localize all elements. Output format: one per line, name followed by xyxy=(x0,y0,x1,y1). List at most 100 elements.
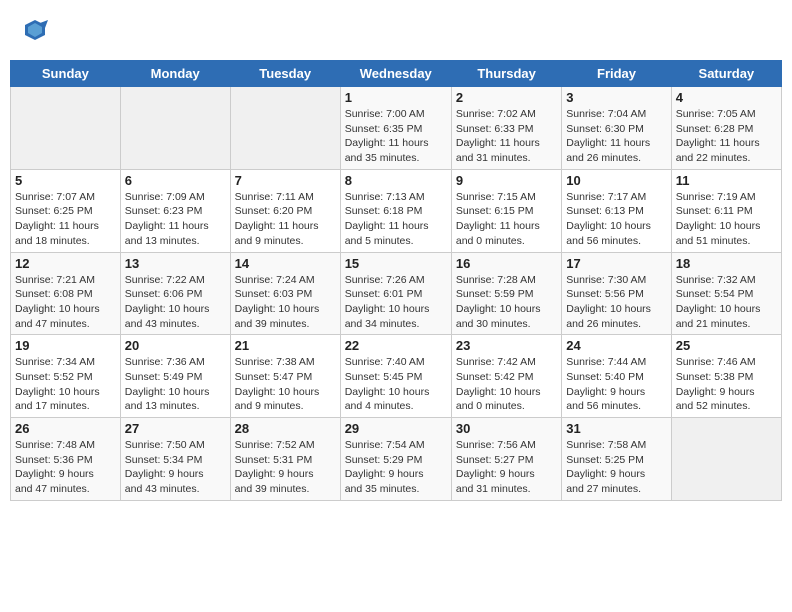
calendar-cell xyxy=(671,418,781,501)
day-info: Sunrise: 7:58 AM Sunset: 5:25 PM Dayligh… xyxy=(566,438,666,497)
logo-icon xyxy=(20,15,50,45)
day-info: Sunrise: 7:24 AM Sunset: 6:03 PM Dayligh… xyxy=(235,273,336,332)
calendar-cell: 8 Sunrise: 7:13 AM Sunset: 6:18 PM Daylig… xyxy=(340,169,451,252)
calendar-cell xyxy=(120,87,230,170)
day-number: 3 xyxy=(566,90,666,105)
calendar-cell: 5 Sunrise: 7:07 AM Sunset: 6:25 PM Daylig… xyxy=(11,169,121,252)
day-info: Sunrise: 7:50 AM Sunset: 5:34 PM Dayligh… xyxy=(125,438,226,497)
day-number: 23 xyxy=(456,338,557,353)
calendar-cell: 25 Sunrise: 7:46 AM Sunset: 5:38 PM Dayli… xyxy=(671,335,781,418)
calendar-cell: 13 Sunrise: 7:22 AM Sunset: 6:06 PM Dayli… xyxy=(120,252,230,335)
day-info: Sunrise: 7:13 AM Sunset: 6:18 PM Dayligh… xyxy=(345,190,447,249)
calendar-week-row: 19 Sunrise: 7:34 AM Sunset: 5:52 PM Dayli… xyxy=(11,335,782,418)
calendar-cell: 31 Sunrise: 7:58 AM Sunset: 5:25 PM Dayli… xyxy=(562,418,671,501)
day-number: 4 xyxy=(676,90,777,105)
day-number: 14 xyxy=(235,256,336,271)
calendar-cell: 28 Sunrise: 7:52 AM Sunset: 5:31 PM Dayli… xyxy=(230,418,340,501)
day-info: Sunrise: 7:48 AM Sunset: 5:36 PM Dayligh… xyxy=(15,438,116,497)
calendar-cell: 26 Sunrise: 7:48 AM Sunset: 5:36 PM Dayli… xyxy=(11,418,121,501)
day-number: 7 xyxy=(235,173,336,188)
calendar-cell: 22 Sunrise: 7:40 AM Sunset: 5:45 PM Dayli… xyxy=(340,335,451,418)
calendar-cell: 6 Sunrise: 7:09 AM Sunset: 6:23 PM Daylig… xyxy=(120,169,230,252)
calendar-cell: 27 Sunrise: 7:50 AM Sunset: 5:34 PM Dayli… xyxy=(120,418,230,501)
day-number: 6 xyxy=(125,173,226,188)
day-number: 12 xyxy=(15,256,116,271)
calendar-cell: 12 Sunrise: 7:21 AM Sunset: 6:08 PM Dayli… xyxy=(11,252,121,335)
calendar-cell: 4 Sunrise: 7:05 AM Sunset: 6:28 PM Daylig… xyxy=(671,87,781,170)
weekday-header-thursday: Thursday xyxy=(451,61,561,87)
calendar-week-row: 5 Sunrise: 7:07 AM Sunset: 6:25 PM Daylig… xyxy=(11,169,782,252)
day-info: Sunrise: 7:21 AM Sunset: 6:08 PM Dayligh… xyxy=(15,273,116,332)
day-info: Sunrise: 7:38 AM Sunset: 5:47 PM Dayligh… xyxy=(235,355,336,414)
day-number: 17 xyxy=(566,256,666,271)
day-info: Sunrise: 7:15 AM Sunset: 6:15 PM Dayligh… xyxy=(456,190,557,249)
calendar-cell: 11 Sunrise: 7:19 AM Sunset: 6:11 PM Dayli… xyxy=(671,169,781,252)
calendar-cell: 14 Sunrise: 7:24 AM Sunset: 6:03 PM Dayli… xyxy=(230,252,340,335)
day-info: Sunrise: 7:22 AM Sunset: 6:06 PM Dayligh… xyxy=(125,273,226,332)
day-number: 16 xyxy=(456,256,557,271)
day-number: 15 xyxy=(345,256,447,271)
calendar-cell: 21 Sunrise: 7:38 AM Sunset: 5:47 PM Dayli… xyxy=(230,335,340,418)
day-info: Sunrise: 7:44 AM Sunset: 5:40 PM Dayligh… xyxy=(566,355,666,414)
weekday-header-friday: Friday xyxy=(562,61,671,87)
day-number: 5 xyxy=(15,173,116,188)
weekday-header-monday: Monday xyxy=(120,61,230,87)
weekday-header-wednesday: Wednesday xyxy=(340,61,451,87)
calendar-cell: 15 Sunrise: 7:26 AM Sunset: 6:01 PM Dayli… xyxy=(340,252,451,335)
day-number: 30 xyxy=(456,421,557,436)
day-number: 10 xyxy=(566,173,666,188)
day-info: Sunrise: 7:02 AM Sunset: 6:33 PM Dayligh… xyxy=(456,107,557,166)
day-number: 29 xyxy=(345,421,447,436)
day-number: 31 xyxy=(566,421,666,436)
calendar-cell: 20Sunrise: 7:36 AM Sunset: 5:49 PM Dayli… xyxy=(120,335,230,418)
day-info: Sunrise: 7:42 AM Sunset: 5:42 PM Dayligh… xyxy=(456,355,557,414)
day-number: 1 xyxy=(345,90,447,105)
day-info: Sunrise: 7:07 AM Sunset: 6:25 PM Dayligh… xyxy=(15,190,116,249)
logo xyxy=(20,15,53,45)
calendar-cell: 16Sunrise: 7:28 AM Sunset: 5:59 PM Dayli… xyxy=(451,252,561,335)
day-info: Sunrise: 7:54 AM Sunset: 5:29 PM Dayligh… xyxy=(345,438,447,497)
page-header xyxy=(10,10,782,50)
day-number: 18 xyxy=(676,256,777,271)
day-info: Sunrise: 7:36 AM Sunset: 5:49 PM Dayligh… xyxy=(125,355,226,414)
weekday-header-tuesday: Tuesday xyxy=(230,61,340,87)
day-number: 28 xyxy=(235,421,336,436)
day-number: 25 xyxy=(676,338,777,353)
calendar-cell: 3 Sunrise: 7:04 AM Sunset: 6:30 PM Daylig… xyxy=(562,87,671,170)
day-info: Sunrise: 7:56 AM Sunset: 5:27 PM Dayligh… xyxy=(456,438,557,497)
calendar-cell: 18 Sunrise: 7:32 AM Sunset: 5:54 PM Dayli… xyxy=(671,252,781,335)
day-number: 13 xyxy=(125,256,226,271)
day-info: Sunrise: 7:46 AM Sunset: 5:38 PM Dayligh… xyxy=(676,355,777,414)
calendar-cell: 23 Sunrise: 7:42 AM Sunset: 5:42 PM Dayli… xyxy=(451,335,561,418)
day-info: Sunrise: 7:05 AM Sunset: 6:28 PM Dayligh… xyxy=(676,107,777,166)
day-info: Sunrise: 7:40 AM Sunset: 5:45 PM Dayligh… xyxy=(345,355,447,414)
day-info: Sunrise: 7:30 AM Sunset: 5:56 PM Dayligh… xyxy=(566,273,666,332)
calendar-week-row: 26 Sunrise: 7:48 AM Sunset: 5:36 PM Dayli… xyxy=(11,418,782,501)
calendar-cell: 2Sunrise: 7:02 AM Sunset: 6:33 PM Daylig… xyxy=(451,87,561,170)
day-info: Sunrise: 7:32 AM Sunset: 5:54 PM Dayligh… xyxy=(676,273,777,332)
day-number: 24 xyxy=(566,338,666,353)
day-info: Sunrise: 7:04 AM Sunset: 6:30 PM Dayligh… xyxy=(566,107,666,166)
day-info: Sunrise: 7:34 AM Sunset: 5:52 PM Dayligh… xyxy=(15,355,116,414)
day-info: Sunrise: 7:19 AM Sunset: 6:11 PM Dayligh… xyxy=(676,190,777,249)
day-info: Sunrise: 7:09 AM Sunset: 6:23 PM Dayligh… xyxy=(125,190,226,249)
weekday-header-row: SundayMondayTuesdayWednesdayThursdayFrid… xyxy=(11,61,782,87)
day-number: 22 xyxy=(345,338,447,353)
day-info: Sunrise: 7:00 AM Sunset: 6:35 PM Dayligh… xyxy=(345,107,447,166)
calendar-cell xyxy=(230,87,340,170)
day-number: 21 xyxy=(235,338,336,353)
calendar-cell: 17 Sunrise: 7:30 AM Sunset: 5:56 PM Dayli… xyxy=(562,252,671,335)
weekday-header-saturday: Saturday xyxy=(671,61,781,87)
calendar-cell: 1 Sunrise: 7:00 AM Sunset: 6:35 PM Daylig… xyxy=(340,87,451,170)
day-number: 19 xyxy=(15,338,116,353)
day-info: Sunrise: 7:26 AM Sunset: 6:01 PM Dayligh… xyxy=(345,273,447,332)
day-info: Sunrise: 7:52 AM Sunset: 5:31 PM Dayligh… xyxy=(235,438,336,497)
calendar-week-row: 1 Sunrise: 7:00 AM Sunset: 6:35 PM Daylig… xyxy=(11,87,782,170)
day-number: 27 xyxy=(125,421,226,436)
day-number: 26 xyxy=(15,421,116,436)
calendar-cell: 7 Sunrise: 7:11 AM Sunset: 6:20 PM Daylig… xyxy=(230,169,340,252)
day-number: 8 xyxy=(345,173,447,188)
day-number: 11 xyxy=(676,173,777,188)
weekday-header-sunday: Sunday xyxy=(11,61,121,87)
day-info: Sunrise: 7:11 AM Sunset: 6:20 PM Dayligh… xyxy=(235,190,336,249)
